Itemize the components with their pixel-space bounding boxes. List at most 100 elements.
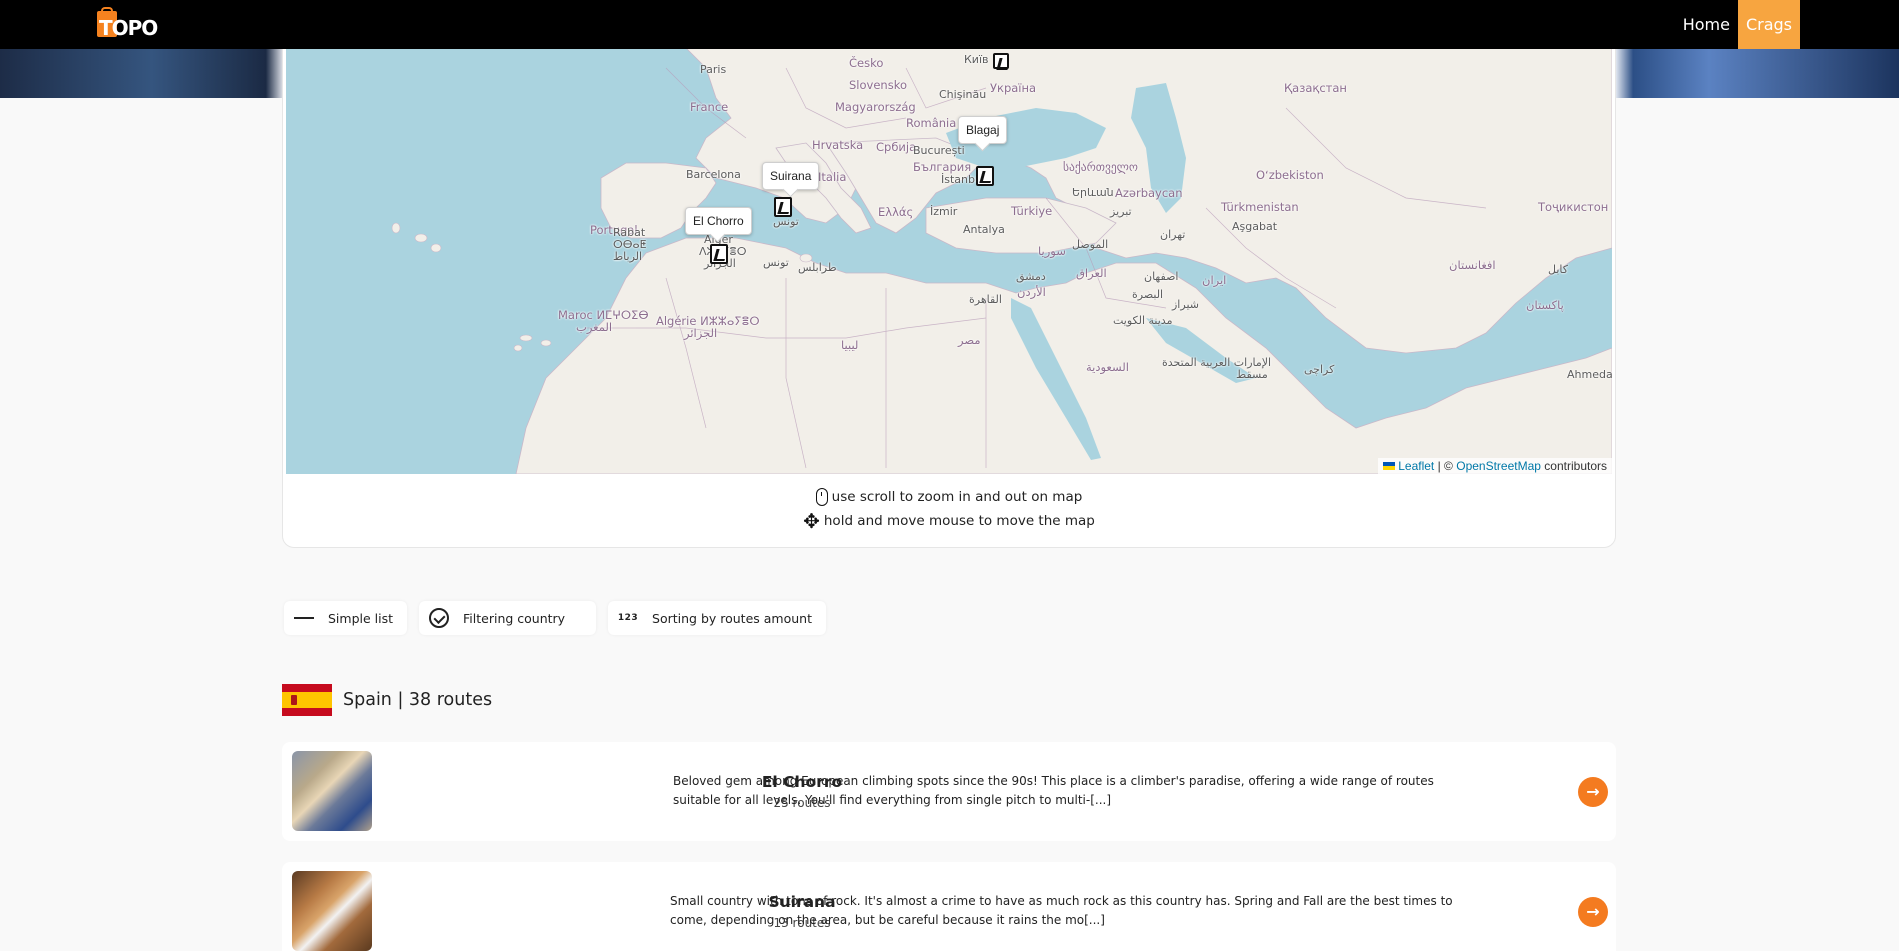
crag-card[interactable]: El Chorro 25 routes Beloved gem among Eu…: [282, 742, 1616, 841]
label-shiraz: شیراز: [1172, 298, 1199, 311]
label-maghrib: المغرب: [576, 320, 613, 334]
map-attribution: Leaflet | © OpenStreetMap contributors: [1378, 458, 1612, 474]
label-tunis-2: تونس: [763, 256, 789, 269]
scroll-hint-text: use scroll to zoom in and out on map: [831, 489, 1083, 505]
label-tajik: Тоҷикистон: [1538, 200, 1609, 214]
top-navbar: TOPO Home Crags: [0, 0, 1899, 49]
arrow-right-icon[interactable]: →: [1578, 897, 1608, 927]
label-asgabat: Aşgabat: [1232, 220, 1278, 233]
leaflet-link[interactable]: Leaflet: [1398, 459, 1434, 473]
attribution-suffix: contributors: [1544, 459, 1607, 473]
label-iraq: العراق: [1076, 266, 1107, 280]
filter-country-button[interactable]: Filtering country: [419, 601, 597, 635]
label-magyarorszag: Magyarország: [835, 100, 916, 114]
crag-marker-el-chorro-icon[interactable]: [710, 244, 728, 264]
label-tehran: تهران: [1160, 228, 1186, 241]
label-tabriz: تبریز: [1110, 205, 1132, 218]
attribution-separator: | ©: [1437, 459, 1453, 473]
label-dimashq: دمشق: [1016, 270, 1046, 283]
label-ukraine: Україна: [990, 81, 1037, 95]
filter-country-label: Filtering country: [463, 610, 566, 626]
check-icon-wrap: [429, 608, 450, 628]
label-kyiv: Київ: [964, 53, 989, 66]
logo-text: TOPO: [99, 16, 158, 40]
nav-home[interactable]: Home: [1675, 0, 1738, 49]
label-saudi: السعودية: [1086, 360, 1129, 374]
arrow-right-icon[interactable]: →: [1578, 777, 1608, 807]
label-paris: Paris: [700, 63, 727, 76]
label-turkiye: Türkiye: [1011, 204, 1053, 218]
crag-thumbnail: [292, 871, 372, 951]
crag-marker-blagaj-icon[interactable]: [976, 166, 994, 186]
main-nav: Home Crags: [1675, 0, 1800, 49]
topo-logo[interactable]: TOPO: [97, 7, 158, 40]
label-karachi: کراچی: [1304, 363, 1335, 376]
label-bulgaria: България: [913, 160, 972, 174]
label-afghan: افغانستان: [1449, 258, 1496, 272]
simple-list-button[interactable]: Simple list: [284, 601, 408, 635]
label-turkmenistan: Türkmenistan: [1221, 200, 1299, 214]
label-pakistan: پاکستان: [1526, 298, 1564, 312]
label-ahmedabad: Ahmeda: [1567, 368, 1612, 381]
map-card: Paris France Česko Slovensko Київ Chişin…: [282, 40, 1616, 548]
label-cairo: القاهرة: [969, 293, 1002, 306]
label-rabat-ar: الرباط: [613, 250, 643, 263]
label-ellas: Ελλάς: [878, 205, 914, 219]
crag-description: Beloved gem among European climbing spot…: [673, 774, 1434, 807]
label-chisinau: Chişinău: [939, 88, 987, 101]
label-muscat: مسقط: [1236, 368, 1268, 381]
sort-routes-label: Sorting by routes amount: [652, 610, 812, 626]
label-isfahan: اصفهان: [1144, 270, 1179, 283]
label-srbija: Србија: [876, 140, 917, 154]
label-kabul: کابل: [1548, 263, 1568, 276]
spain-flag-icon: [282, 684, 332, 716]
nav-crags[interactable]: Crags: [1737, 0, 1800, 49]
country-title: Spain | 38 routes: [343, 690, 493, 710]
marker-tooltip-blagaj: Blagaj: [958, 116, 1008, 144]
sort-routes-button[interactable]: 123 Sorting by routes amount: [608, 601, 826, 635]
label-slovensko: Slovensko: [849, 78, 907, 92]
label-hrvatska: Hrvatska: [812, 138, 864, 152]
marker-tooltip-suirana: Suirana: [762, 162, 820, 190]
marker-tooltip-el-chorro: El Chorro: [685, 207, 752, 235]
label-azerbaycan: Azərbaycan: [1115, 186, 1183, 200]
label-barcelona: Barcelona: [686, 168, 741, 181]
number-sort-icon: 123: [617, 613, 639, 623]
country-group-header: Spain | 38 routes: [282, 684, 492, 716]
label-italia: Italia: [818, 170, 847, 184]
list-lines-icon: [294, 608, 315, 628]
crag-thumbnail: [292, 751, 372, 831]
label-misr: مصر: [958, 333, 981, 347]
label-basra: البصرة: [1132, 288, 1164, 301]
simple-list-label: Simple list: [328, 610, 394, 626]
map-hints: use scroll to zoom in and out on map ✥ h…: [283, 485, 1615, 533]
crag-marker-suirana-icon[interactable]: [774, 197, 792, 217]
label-georgia: საქართველო: [1063, 160, 1138, 174]
label-libya: ليبيا: [841, 338, 859, 352]
label-mosul: الموصل: [1072, 238, 1109, 251]
label-kazakhstan: Қазақстан: [1284, 81, 1347, 95]
label-yerevan: Երևան: [1072, 186, 1114, 199]
map-tiles: [391, 48, 1612, 474]
label-syria: سوريا: [1038, 244, 1066, 258]
osm-link[interactable]: OpenStreetMap: [1456, 459, 1541, 473]
label-tripoli: طرابلس: [798, 261, 837, 274]
label-kuwait: مدينة الكويت: [1113, 314, 1173, 327]
ukraine-flag-icon: [1383, 462, 1396, 470]
crag-marker-icon[interactable]: [993, 53, 1009, 69]
label-romania: România: [906, 116, 957, 130]
move-hint-text: hold and move mouse to move the map: [823, 513, 1095, 529]
label-iran: ایران: [1202, 273, 1227, 287]
check-circle-icon: [429, 608, 450, 628]
crag-map[interactable]: Paris France Česko Slovensko Київ Chişin…: [286, 48, 1612, 474]
label-uzbekiston: Oʻzbekiston: [1256, 168, 1324, 182]
label-izmir: İzmir: [930, 205, 958, 218]
move-arrows-icon: ✥: [803, 509, 820, 533]
label-urdun: الأردن: [1017, 285, 1046, 299]
filter-bar: Simple list Filtering country 123 Sortin…: [284, 601, 826, 635]
crag-description: Small country with tons of rock. It's al…: [670, 894, 1453, 927]
mouse-icon: [815, 488, 828, 506]
label-antalya: Antalya: [963, 223, 1005, 236]
crag-card[interactable]: Suirana 13 routes Small country with ton…: [282, 862, 1616, 951]
label-jazair: الجزائر: [684, 326, 718, 340]
